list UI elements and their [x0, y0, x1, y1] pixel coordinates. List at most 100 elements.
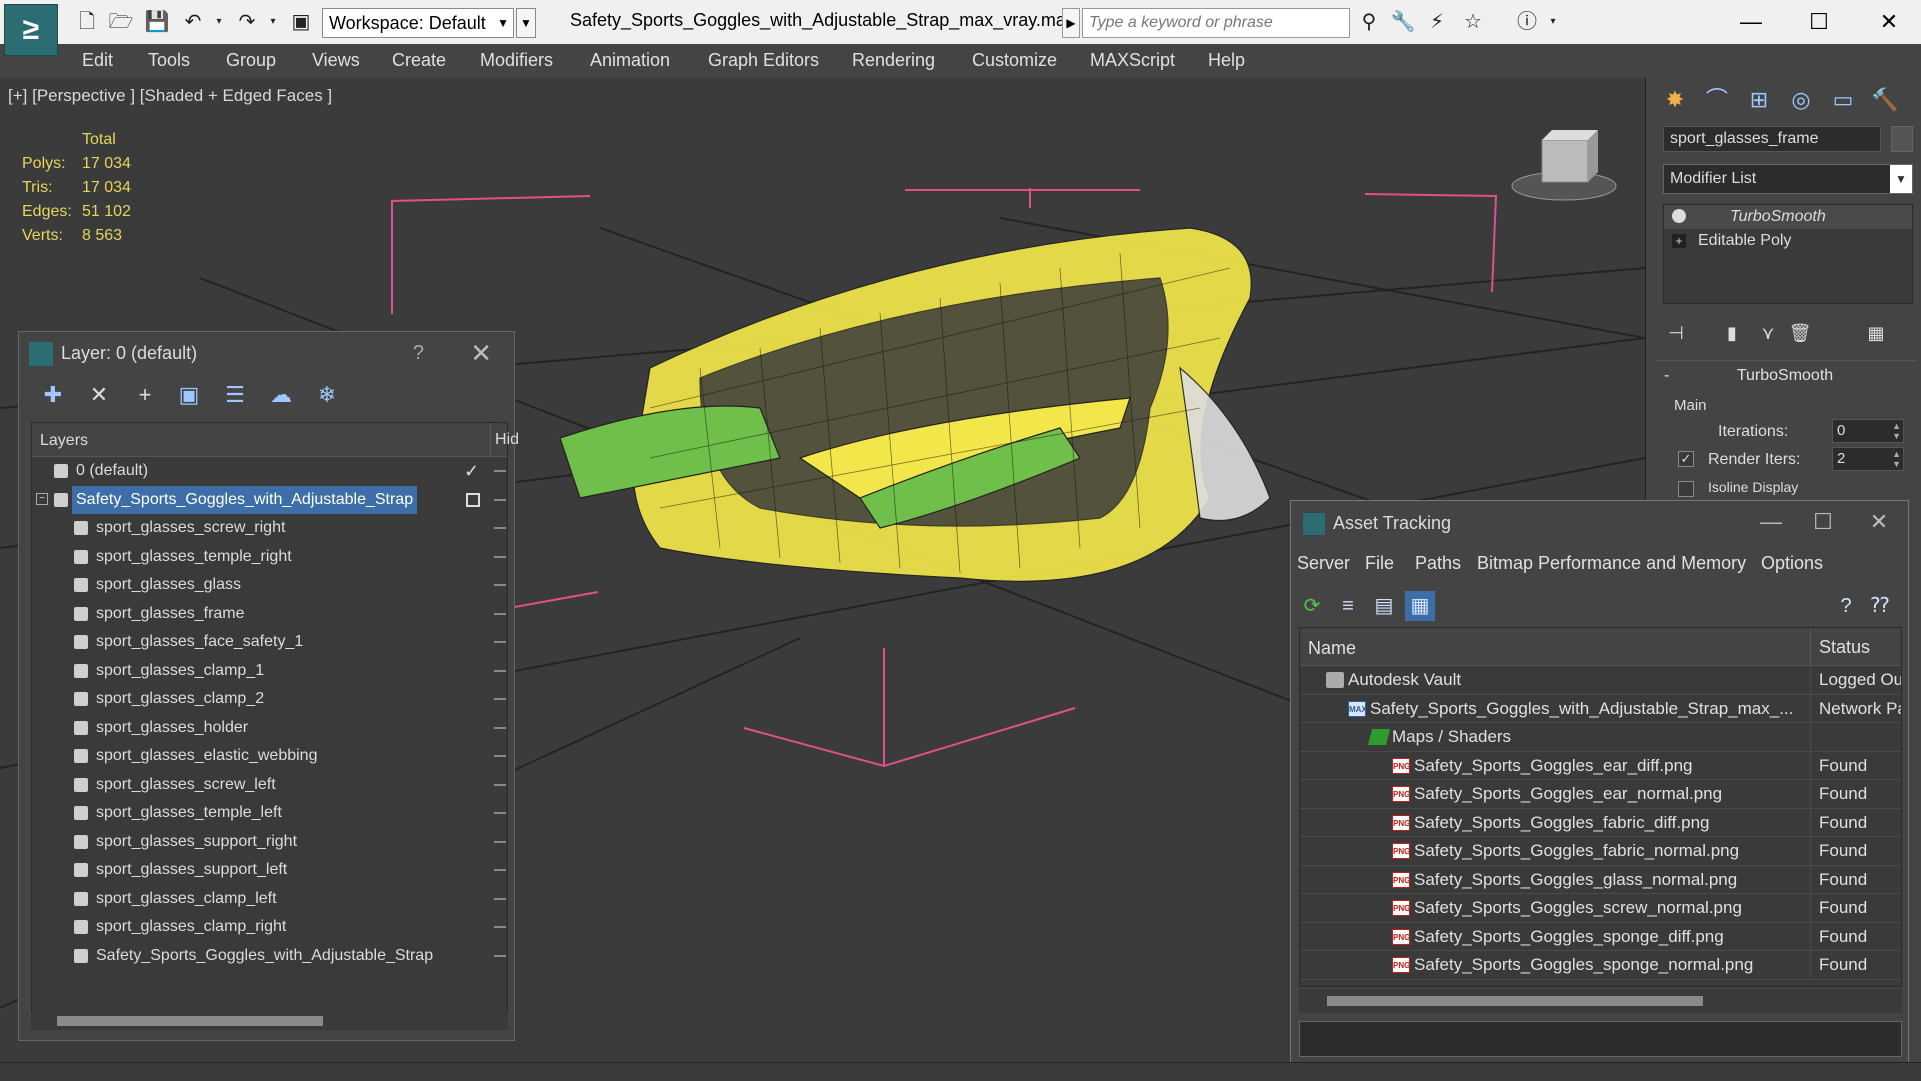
- project-folder-icon[interactable]: ▣: [288, 10, 314, 34]
- layer-horizontal-scrollbar[interactable]: [31, 1012, 508, 1030]
- asset-row[interactable]: PNG Safety_Sports_Goggles_ear_diff.png Fou…: [1300, 751, 1901, 780]
- layer-row[interactable]: sport_glasses_screw_right: [32, 514, 507, 543]
- layer-row[interactable]: sport_glasses_temple_right: [32, 543, 507, 572]
- iterations-spinner[interactable]: 0 ▲ ▼: [1832, 419, 1904, 443]
- layer-row[interactable]: sport_glasses_clamp_right: [32, 913, 507, 942]
- redo-dropdown-icon[interactable]: ▾: [260, 10, 286, 34]
- redo-icon[interactable]: ↷: [234, 10, 260, 34]
- lightbulb-icon[interactable]: [1672, 209, 1686, 223]
- layer-row[interactable]: sport_glasses_clamp_2: [32, 685, 507, 714]
- menu-create[interactable]: Create: [392, 50, 446, 71]
- layer-row[interactable]: Safety_Sports_Goggles_with_Adjustable_St…: [32, 942, 507, 971]
- layer-row[interactable]: sport_glasses_support_left: [32, 856, 507, 885]
- asset-row[interactable]: PNG Safety_Sports_Goggles_sponge_diff.png…: [1300, 922, 1901, 951]
- render-iters-spinner[interactable]: 2 ▲ ▼: [1832, 447, 1904, 471]
- close-icon[interactable]: ✕: [1859, 507, 1899, 537]
- hide-toggle[interactable]: [494, 641, 506, 643]
- binoculars-icon[interactable]: ⚲: [1356, 10, 1382, 34]
- asset-row[interactable]: MAX Safety_Sports_Goggles_with_Adjustable…: [1300, 694, 1901, 723]
- asset-row[interactable]: PNG Safety_Sports_Goggles_sponge_normal.p…: [1300, 951, 1901, 980]
- hide-toggle[interactable]: [494, 755, 506, 757]
- layer-row[interactable]: sport_glasses_screw_left: [32, 771, 507, 800]
- hide-toggle[interactable]: [494, 726, 506, 729]
- hide-toggle[interactable]: [494, 926, 506, 928]
- rollout-header[interactable]: - TurboSmooth: [1654, 367, 1916, 391]
- stack-item-turbosmooth[interactable]: TurboSmooth: [1664, 205, 1912, 229]
- column-status[interactable]: Status: [1810, 628, 1870, 666]
- menu-animation[interactable]: Animation: [590, 50, 670, 71]
- column-layers[interactable]: Layers: [40, 432, 88, 450]
- layer-row[interactable]: sport_glasses_clamp_1: [32, 657, 507, 686]
- connect-icon[interactable]: ⚡: [1424, 10, 1450, 34]
- app-logo-icon[interactable]: ≥: [4, 4, 58, 56]
- new-layer-icon[interactable]: ✚: [39, 382, 67, 408]
- menu-file[interactable]: File: [1365, 553, 1394, 574]
- asset-row[interactable]: PNG Safety_Sports_Goggles_fabric_normal.p…: [1300, 837, 1901, 866]
- spinner-arrows-icon[interactable]: ▲ ▼: [1892, 449, 1901, 469]
- hierarchy-tab-icon[interactable]: ⊞: [1742, 84, 1776, 116]
- new-file-icon[interactable]: 🗋: [74, 10, 100, 34]
- menu-options[interactable]: Options: [1761, 553, 1823, 574]
- menu-modifiers[interactable]: Modifiers: [480, 50, 553, 71]
- isoline-display-checkbox[interactable]: [1678, 481, 1694, 497]
- asset-row[interactable]: PNG Safety_Sports_Goggles_screw_normal.pn…: [1300, 894, 1901, 923]
- close-icon[interactable]: ✕: [470, 338, 492, 369]
- menu-paths[interactable]: Paths: [1415, 553, 1461, 574]
- current-layer-check-icon[interactable]: ✓: [464, 457, 479, 485]
- workspace-dropdown[interactable]: Workspace: Default ▼: [322, 8, 514, 38]
- column-name[interactable]: Name: [1308, 638, 1356, 659]
- viewport-label[interactable]: [+] [Perspective ] [Shaded + Edged Faces…: [8, 86, 332, 106]
- stack-item-editable-poly[interactable]: + Editable Poly: [1664, 229, 1912, 253]
- asset-row[interactable]: Autodesk Vault Logged Ou: [1300, 666, 1901, 695]
- search-expand-button[interactable]: ▶: [1062, 8, 1080, 38]
- asset-path-field[interactable]: [1299, 1021, 1902, 1057]
- hide-toggle[interactable]: [494, 954, 506, 957]
- collapse-icon[interactable]: -: [1664, 367, 1669, 385]
- layer-row[interactable]: sport_glasses_face_safety_1: [32, 628, 507, 657]
- asset-row[interactable]: Maps / Shaders: [1300, 723, 1901, 752]
- list-view-icon[interactable]: ≡: [1333, 591, 1363, 621]
- open-file-icon[interactable]: 🗁: [108, 10, 134, 34]
- collapse-icon[interactable]: −: [36, 492, 48, 505]
- hide-toggle[interactable]: [494, 812, 506, 814]
- hide-toggle[interactable]: [494, 897, 506, 900]
- remove-modifier-icon[interactable]: 🗑: [1787, 320, 1813, 346]
- column-hide[interactable]: Hid: [490, 423, 519, 457]
- hide-toggle[interactable]: [494, 669, 506, 672]
- delete-layer-icon[interactable]: ✕: [85, 382, 113, 408]
- layer-dialog-titlebar[interactable]: Layer: 0 (default) ? ✕: [19, 332, 514, 374]
- hide-toggle[interactable]: [494, 555, 506, 558]
- asset-row[interactable]: PNG Safety_Sports_Goggles_glass_normal.pn…: [1300, 865, 1901, 894]
- create-tab-icon[interactable]: ✸: [1658, 84, 1692, 116]
- motion-tab-icon[interactable]: ◎: [1784, 84, 1818, 116]
- menu-tools[interactable]: Tools: [148, 50, 190, 71]
- asset-horizontal-scrollbar[interactable]: [1299, 989, 1902, 1013]
- maximize-button[interactable]: ☐: [1794, 4, 1844, 40]
- layer-row[interactable]: sport_glasses_temple_left: [32, 799, 507, 828]
- display-tab-icon[interactable]: ▭: [1826, 84, 1860, 116]
- menu-maxscript[interactable]: MAXScript: [1090, 50, 1175, 71]
- close-button[interactable]: ✕: [1864, 4, 1914, 40]
- menu-bitmap-performance[interactable]: Bitmap Performance and Memory: [1477, 553, 1746, 574]
- set-current-layer-icon[interactable]: [466, 492, 480, 507]
- layer-row[interactable]: sport_glasses_glass: [32, 571, 507, 600]
- hide-toggle[interactable]: [494, 783, 506, 786]
- layer-row[interactable]: sport_glasses_support_right: [32, 828, 507, 857]
- hide-toggle[interactable]: [494, 840, 506, 843]
- hide-all-icon[interactable]: ☁: [267, 382, 295, 408]
- object-color-swatch[interactable]: [1891, 126, 1913, 152]
- modify-tab-icon[interactable]: ⌒: [1700, 84, 1734, 116]
- scrollbar-thumb[interactable]: [57, 1016, 323, 1026]
- minimize-button[interactable]: —: [1751, 507, 1791, 537]
- menu-views[interactable]: Views: [312, 50, 360, 71]
- layer-row[interactable]: sport_glasses_holder: [32, 714, 507, 743]
- layer-row[interactable]: sport_glasses_clamp_left: [32, 885, 507, 914]
- highlight-layer-icon[interactable]: ☰: [221, 382, 249, 408]
- context-help-icon[interactable]: ⁇: [1865, 591, 1895, 621]
- undo-dropdown-icon[interactable]: ▾: [206, 10, 232, 34]
- menu-group[interactable]: Group: [226, 50, 276, 71]
- asset-tracking-titlebar[interactable]: Asset Tracking — ☐ ✕: [1291, 501, 1908, 545]
- modifier-list-dropdown[interactable]: Modifier List ▼: [1663, 164, 1913, 194]
- layer-row[interactable]: − Safety_Sports_Goggles_with_Adjustable_S…: [32, 485, 507, 515]
- menu-customize[interactable]: Customize: [972, 50, 1057, 71]
